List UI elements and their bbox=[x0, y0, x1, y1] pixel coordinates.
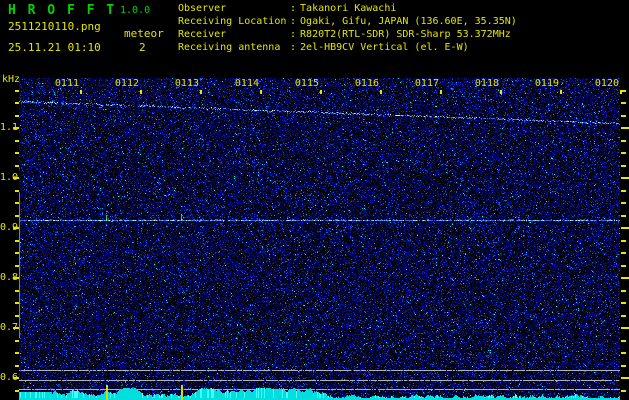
capture-filename: 2511210110.png bbox=[8, 20, 101, 33]
right-axis-minor-tick bbox=[621, 302, 626, 304]
right-axis-minor-tick bbox=[621, 314, 626, 317]
left-border-guide-line bbox=[19, 192, 20, 338]
time-axis-label: 0119 bbox=[534, 78, 559, 89]
time-axis-tick bbox=[440, 90, 442, 94]
freq-axis-minor-tick bbox=[15, 152, 19, 154]
station-val: R820T2(RTL-SDR) SDR-Sharp 53.372MHz bbox=[300, 29, 511, 40]
freq-axis-minor-tick bbox=[15, 339, 19, 342]
time-axis-label: 0120 bbox=[594, 78, 619, 89]
right-axis-minor-tick bbox=[621, 114, 626, 117]
time-axis-tick bbox=[320, 90, 322, 94]
right-axis-minor-tick bbox=[621, 202, 626, 204]
freq-axis-minor-tick bbox=[15, 389, 19, 392]
right-axis-minor-tick bbox=[621, 239, 626, 242]
time-axis-tick bbox=[200, 90, 202, 94]
time-axis-tick bbox=[260, 90, 262, 94]
right-axis-major-tick bbox=[621, 127, 629, 129]
freq-axis-minor-tick bbox=[15, 364, 19, 367]
right-axis-minor-tick bbox=[621, 189, 626, 192]
right-axis-major-tick bbox=[621, 377, 629, 379]
station-val: Takanori Kawachi bbox=[300, 3, 397, 14]
spectrogram-canvas bbox=[19, 78, 620, 400]
right-axis-minor-tick bbox=[621, 152, 626, 154]
freq-axis-label: 0.9 bbox=[0, 222, 19, 233]
app-title: H R O F F T bbox=[8, 3, 117, 18]
freq-axis-major-tick bbox=[13, 377, 19, 379]
station-row: Receiving Location: Ogaki, Gifu, JAPAN (1… bbox=[178, 15, 517, 28]
freq-axis-label: 1.1 bbox=[0, 122, 19, 133]
time-axis-label: 0118 bbox=[474, 78, 499, 89]
time-axis-tick bbox=[140, 90, 142, 94]
right-axis-major-tick bbox=[621, 277, 629, 279]
station-lbl: Observer bbox=[178, 3, 227, 14]
right-axis-minor-tick bbox=[621, 352, 626, 354]
right-axis-major-tick bbox=[621, 227, 629, 229]
time-axis-label: 0114 bbox=[234, 78, 259, 89]
app-version: 1.0.0 bbox=[120, 5, 151, 16]
hrofft-window: H R O F F T 1.0.0 2511210110.png meteor … bbox=[0, 0, 629, 400]
station-row: Receiver: R820T2(RTL-SDR) SDR-Sharp 53.37… bbox=[178, 28, 517, 41]
station-info: Observer: Takanori Kawachi Receiving Locat… bbox=[178, 2, 517, 54]
right-axis-minor-tick bbox=[621, 264, 626, 267]
freq-axis-major-tick bbox=[13, 127, 19, 129]
time-axis-tick bbox=[560, 90, 562, 94]
right-axis-minor-tick bbox=[621, 102, 626, 104]
time-axis-tick bbox=[500, 90, 502, 94]
time-axis-label: 0115 bbox=[294, 78, 319, 89]
right-axis-major-tick bbox=[621, 177, 629, 179]
right-axis-minor-tick bbox=[621, 389, 626, 392]
capture-datetime: 25.11.21 01:10 bbox=[8, 41, 101, 54]
station-sep: : bbox=[290, 29, 297, 40]
right-axis-minor-tick bbox=[621, 214, 626, 217]
meteor-count: 2 bbox=[139, 41, 146, 54]
freq-axis-minor-tick bbox=[15, 164, 19, 167]
time-axis-tick bbox=[80, 90, 82, 94]
freq-axis-major-tick bbox=[13, 177, 19, 179]
time-axis-label: 0111 bbox=[54, 78, 79, 89]
right-axis-minor-tick bbox=[621, 364, 626, 367]
freq-axis-label: 0.8 bbox=[0, 272, 19, 283]
time-axis-label: 0112 bbox=[114, 78, 139, 89]
freq-axis-label: 0.6 bbox=[0, 372, 19, 383]
station-row: Observer: Takanori Kawachi bbox=[178, 2, 517, 15]
station-row: Receiving antenna:2el-HB9CV Vertical (el… bbox=[178, 41, 517, 54]
station-sep: : bbox=[290, 3, 297, 14]
right-axis-minor-tick bbox=[621, 89, 626, 92]
station-lbl: Receiving Location bbox=[178, 16, 287, 27]
station-val: 2el-HB9CV Vertical (el. E-W) bbox=[300, 42, 469, 53]
freq-axis-minor-tick bbox=[15, 114, 19, 117]
freq-axis-label: 1.0 bbox=[0, 172, 19, 183]
time-axis-label: 0113 bbox=[174, 78, 199, 89]
station-val: Ogaki, Gifu, JAPAN (136.60E, 35.35N) bbox=[300, 16, 517, 27]
right-axis-minor-tick bbox=[621, 252, 626, 254]
capture-mode: meteor bbox=[124, 27, 164, 40]
freq-axis-unit-label: kHz bbox=[2, 74, 21, 85]
right-axis-minor-tick bbox=[621, 339, 626, 342]
time-axis-label: 0116 bbox=[354, 78, 379, 89]
freq-axis-minor-tick bbox=[15, 139, 19, 142]
right-axis-minor-tick bbox=[621, 139, 626, 142]
freq-axis-label: 0.7 bbox=[0, 322, 19, 333]
right-axis-major-tick bbox=[621, 327, 629, 329]
station-sep: : bbox=[290, 42, 297, 53]
station-lbl: Receiving antenna bbox=[178, 42, 281, 53]
time-axis-tick bbox=[380, 90, 382, 94]
freq-axis-minor-tick bbox=[15, 89, 19, 92]
right-axis-minor-tick bbox=[621, 164, 626, 167]
freq-axis-minor-tick bbox=[15, 352, 19, 354]
station-sep: : bbox=[290, 16, 297, 27]
time-axis-label: 0117 bbox=[414, 78, 439, 89]
right-axis-minor-tick bbox=[621, 289, 626, 292]
station-lbl: Receiver bbox=[178, 29, 227, 40]
freq-axis-minor-tick bbox=[15, 102, 19, 104]
